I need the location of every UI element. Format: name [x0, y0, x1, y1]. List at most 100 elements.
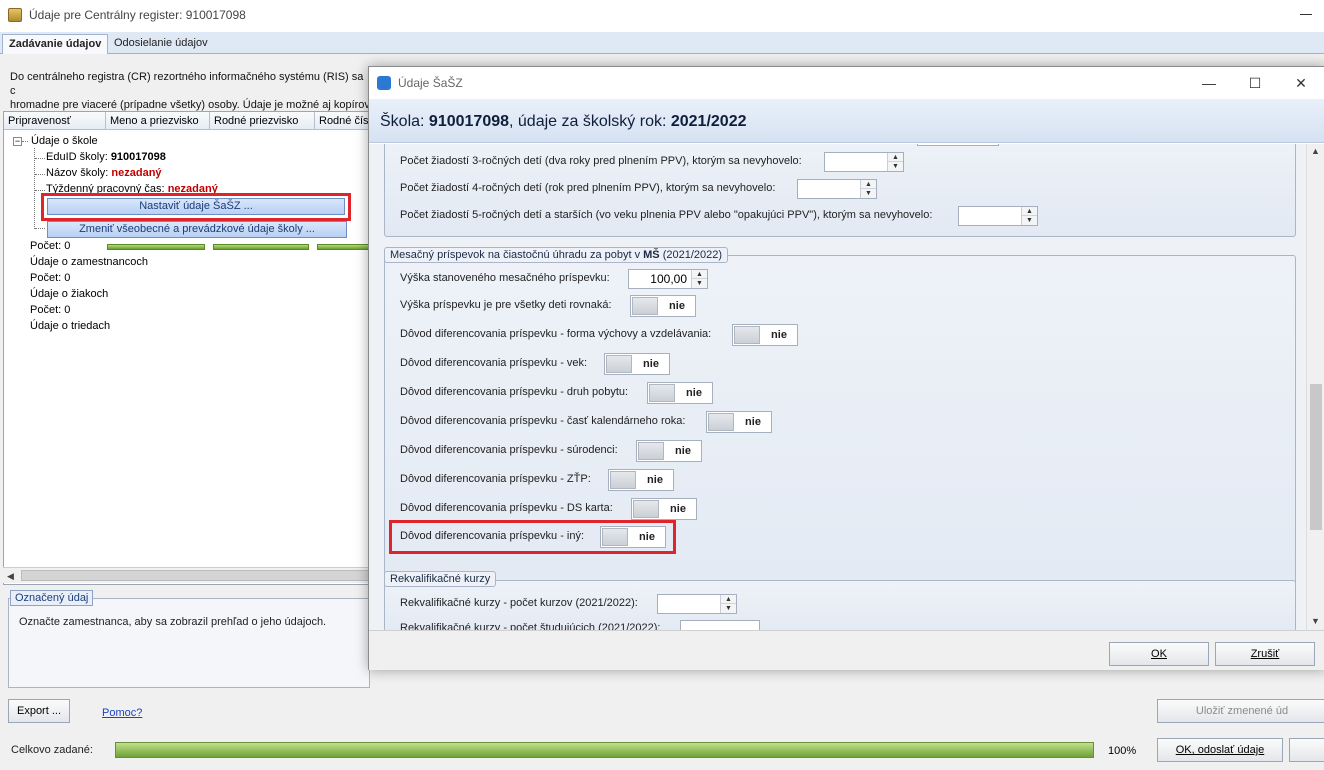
- marked-item-panel: [8, 598, 370, 688]
- tab-bar: Zadávanie údajov Odosielanie údajov: [0, 32, 1324, 54]
- tree-line: [35, 228, 45, 229]
- minimize-icon[interactable]: —: [1186, 67, 1232, 99]
- toggle-siblings[interactable]: nie: [636, 440, 702, 462]
- spin-5yo[interactable]: ▲ ▼: [958, 206, 1038, 226]
- description: Do centrálneho registra (CR) rezortného …: [10, 70, 370, 112]
- toggle-ds-card[interactable]: nie: [631, 498, 697, 520]
- toggle-knob: [649, 384, 675, 402]
- retrain-students-label: Rekvalifikačné kurzy - počet študujúcich…: [400, 622, 661, 630]
- marked-item-legend: Označený údaj: [10, 590, 94, 606]
- toggle-state: nie: [686, 387, 702, 399]
- tab-data-entry[interactable]: Zadávanie údajov: [2, 34, 109, 54]
- dialog-title: Údaje ŠaŠZ: [398, 76, 463, 90]
- dialog-sasz: Údaje ŠaŠZ — ☐ ✕ Škola: 910017098, údaje…: [368, 66, 1324, 670]
- tab-sending[interactable]: Odosielanie údajov: [108, 34, 214, 54]
- data-grid: Pripravenosť Meno a priezvisko Rodné pri…: [3, 111, 370, 585]
- school-name-label: Názov školy:: [46, 167, 109, 179]
- cancel-label: Zrušiť: [1250, 648, 1280, 660]
- scroll-left-icon[interactable]: ◀: [7, 571, 14, 582]
- progress-bar: [317, 244, 370, 250]
- tree-node-classes[interactable]: Údaje o triedach: [30, 320, 110, 332]
- maximize-icon[interactable]: ☐: [1232, 67, 1278, 99]
- header-school-year: 2021/2022: [670, 113, 747, 130]
- toggle-age[interactable]: nie: [604, 353, 670, 375]
- toggle-state: nie: [643, 358, 659, 370]
- scroll-up-icon[interactable]: ▲: [1311, 146, 1320, 156]
- spin-down-icon[interactable]: ▼: [888, 162, 903, 171]
- change-school-data-button[interactable]: Zmeniť všeobecné a prevádzkové údaje ško…: [47, 221, 347, 238]
- pupils-count: Počet: 0: [30, 304, 71, 316]
- toggle-other[interactable]: nie: [600, 526, 666, 548]
- spin-up-icon[interactable]: ▲: [721, 595, 736, 604]
- spin-3yo[interactable]: ▲ ▼: [824, 152, 904, 172]
- row-label-4yo: Počet žiadostí 4-ročných detí (rok pred …: [400, 182, 776, 194]
- horizontal-scrollbar[interactable]: ◀: [3, 567, 369, 583]
- toggle-label-other: Dôvod diferencovania príspevku - iný:: [400, 530, 585, 542]
- ok-label: OK: [1151, 648, 1167, 660]
- scroll-down-icon[interactable]: ▼: [1311, 616, 1320, 626]
- toggle-ztp[interactable]: nie: [608, 469, 674, 491]
- save-changes-button[interactable]: Uložiť zmenené úd: [1157, 699, 1324, 723]
- marked-item-text: Označte zamestnanca, aby sa zobrazil pre…: [19, 616, 327, 628]
- column-header-birth-surname[interactable]: Rodné priezvisko: [210, 112, 315, 130]
- progress-bar: [107, 244, 205, 250]
- cancel-button[interactable]: Zrušiť: [1215, 642, 1315, 666]
- dialog-app-icon: [377, 76, 391, 90]
- column-header-readiness[interactable]: Pripravenosť: [4, 112, 106, 130]
- progress-bar: [213, 244, 309, 250]
- amount-label: Výška stanoveného mesačného príspevku:: [400, 272, 610, 284]
- toggle-calendar[interactable]: nie: [706, 411, 772, 433]
- toggle-form[interactable]: nie: [732, 324, 798, 346]
- spin-4yo[interactable]: ▲ ▼: [797, 179, 877, 199]
- extra-button[interactable]: [1289, 738, 1324, 762]
- column-header-birth-number[interactable]: Rodné čís: [315, 112, 370, 130]
- vertical-scrollbar[interactable]: ▲ ▼: [1306, 144, 1324, 630]
- grid-header: Pripravenosť Meno a priezvisko Rodné pri…: [4, 112, 370, 130]
- eduid-row: EduID školy: 910017098: [46, 151, 166, 163]
- toggle-knob: [708, 413, 734, 431]
- minimize-icon[interactable]: [1300, 14, 1312, 15]
- tree-node-pupils[interactable]: Údaje o žiakoch: [30, 288, 108, 300]
- spin-retrain-courses[interactable]: ▲ ▼: [657, 594, 737, 614]
- total-percent: 100%: [1108, 745, 1137, 757]
- legend-bold: MŠ: [643, 249, 660, 261]
- tree-node-school[interactable]: Údaje o škole: [31, 135, 98, 147]
- ok-send-button[interactable]: OK, odoslať údaje: [1157, 738, 1283, 762]
- close-icon[interactable]: ✕: [1278, 67, 1324, 99]
- ok-button[interactable]: OK: [1109, 642, 1209, 666]
- spin-partial[interactable]: [917, 144, 999, 146]
- amount-spin[interactable]: 100,00 ▲ ▼: [628, 269, 708, 289]
- toggle-knob: [734, 326, 760, 344]
- spin-buttons: ▲ ▼: [720, 595, 736, 613]
- spin-down-icon[interactable]: ▼: [1022, 216, 1037, 225]
- spin-up-icon[interactable]: ▲: [888, 153, 903, 162]
- export-button[interactable]: Export ...: [8, 699, 70, 723]
- scrollbar-thumb[interactable]: [21, 570, 369, 581]
- help-link[interactable]: Pomoc?: [102, 707, 142, 719]
- tree-node-employees[interactable]: Údaje o zamestnancoch: [30, 256, 148, 268]
- spin-up-icon[interactable]: ▲: [861, 180, 876, 189]
- toggle-label-calendar: Dôvod diferencovania príspevku - časť ka…: [400, 415, 686, 427]
- retrain-courses-label: Rekvalifikačné kurzy - počet kurzov (202…: [400, 597, 638, 609]
- scrollbar-thumb[interactable]: [1310, 384, 1322, 530]
- column-header-name[interactable]: Meno a priezvisko: [106, 112, 210, 130]
- description-line: hromadne pre viaceré (prípadne všetky) o…: [10, 99, 370, 111]
- set-sasz-data-button[interactable]: Nastaviť údaje ŠaŠZ ...: [47, 198, 345, 215]
- spin-up-icon[interactable]: ▲: [1022, 207, 1037, 216]
- spin-up-icon[interactable]: ▲: [692, 270, 707, 279]
- row-label-3yo: Počet žiadostí 3-ročných detí (dva roky …: [400, 155, 802, 167]
- tree-line: [34, 148, 35, 229]
- amount-value: 100,00: [650, 272, 687, 286]
- spin-buttons: ▲ ▼: [691, 270, 707, 288]
- tree-line: [35, 190, 45, 191]
- tree-line: [35, 158, 45, 159]
- employees-count: Počet: 0: [30, 272, 71, 284]
- spin-down-icon[interactable]: ▼: [721, 604, 736, 613]
- collapse-icon[interactable]: −: [13, 137, 22, 146]
- spin-buttons: ▲ ▼: [887, 153, 903, 171]
- toggle-stay[interactable]: nie: [647, 382, 713, 404]
- spin-down-icon[interactable]: ▼: [861, 189, 876, 198]
- spin-retrain-students[interactable]: [680, 620, 760, 630]
- toggle-equal[interactable]: nie: [630, 295, 696, 317]
- spin-down-icon[interactable]: ▼: [692, 279, 707, 288]
